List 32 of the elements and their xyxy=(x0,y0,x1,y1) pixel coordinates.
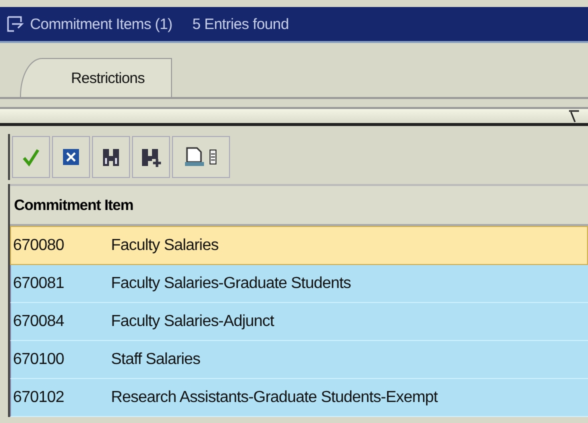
print-icon[interactable] xyxy=(184,146,218,168)
search-next-button[interactable] xyxy=(132,136,170,178)
close-icon[interactable] xyxy=(61,147,81,167)
search-button[interactable] xyxy=(92,136,130,178)
window-icon xyxy=(6,15,24,33)
item-description: Research Assistants-Graduate Students-Exempt xyxy=(111,388,438,406)
item-code: 670100 xyxy=(12,350,65,368)
item-description: Staff Salaries xyxy=(111,350,200,368)
item-code: 670081 xyxy=(12,274,65,292)
print-button[interactable] xyxy=(172,136,230,178)
check-button[interactable] xyxy=(12,136,50,178)
table-row[interactable]: 670102 Research Assistants-Graduate Students-Exempt xyxy=(10,379,588,417)
checkmark-icon[interactable] xyxy=(21,147,41,167)
item-description: Faculty Salaries-Adjunct xyxy=(111,312,274,330)
binoculars-icon[interactable] xyxy=(101,146,121,168)
window-title: Commitment Items (1) xyxy=(30,16,172,32)
tab[interactable]: Restrictions xyxy=(20,58,172,97)
table-row[interactable]: 670080 Faculty Salaries xyxy=(10,226,588,265)
item-code: 670084 xyxy=(12,312,65,330)
table-row[interactable]: 670081 Faculty Salaries-Graduate Students xyxy=(10,265,588,303)
item-code: 670080 xyxy=(12,236,65,254)
entries-count: 5 Entries found xyxy=(192,16,289,32)
table-row[interactable]: 670100 Staff Salaries xyxy=(10,341,588,379)
column-header[interactable]: Commitment Item xyxy=(10,184,588,226)
collapse-bar[interactable] xyxy=(0,107,588,126)
item-code: 670102 xyxy=(12,388,65,406)
binoculars-plus-icon[interactable] xyxy=(140,146,162,168)
cancel-button[interactable] xyxy=(52,136,90,178)
item-description: Faculty Salaries-Graduate Students xyxy=(111,274,351,292)
dropdown-icon[interactable] xyxy=(568,109,580,123)
item-description: Faculty Salaries xyxy=(111,236,218,254)
table-row[interactable]: 670084 Faculty Salaries-Adjunct xyxy=(10,303,588,341)
